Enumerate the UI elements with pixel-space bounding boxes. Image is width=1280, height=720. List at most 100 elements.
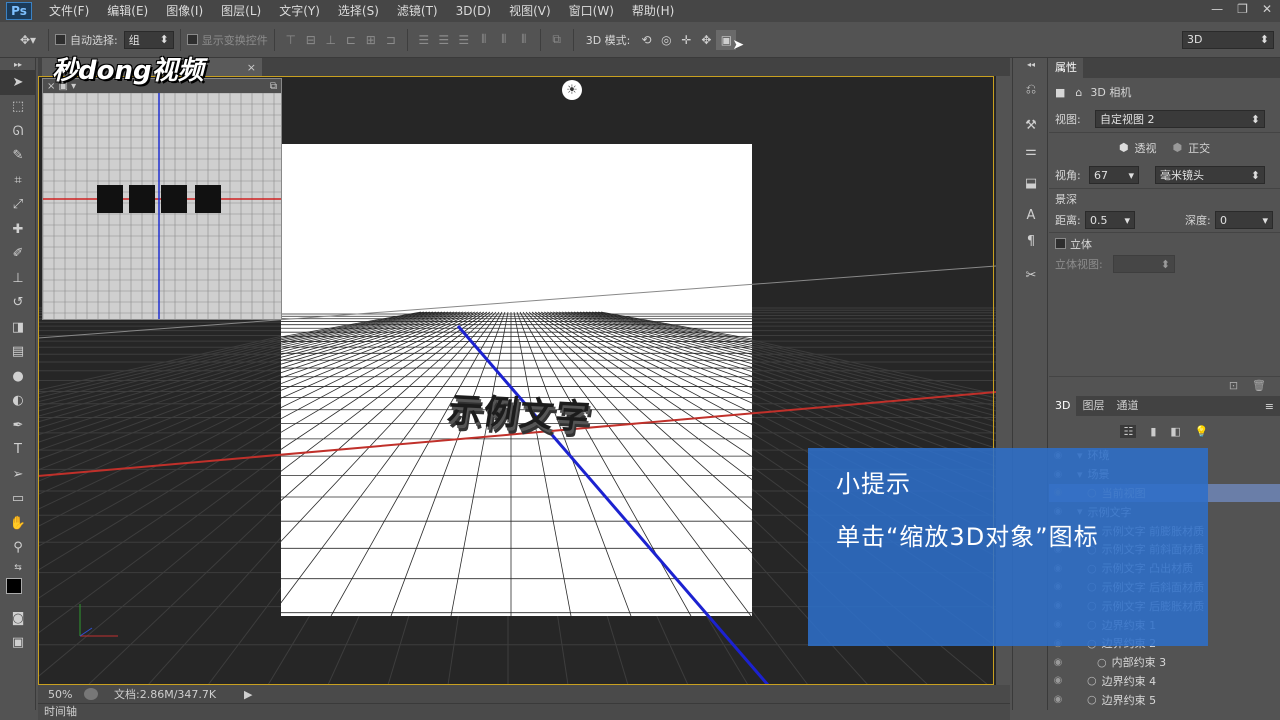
pen-tool-icon[interactable]: ✒ [0,413,36,438]
distribute-right-icon[interactable]: ⦀ [514,30,534,50]
stamp-tool-icon[interactable]: ⊥ [0,266,36,291]
render-icon[interactable]: ⊡ [1229,379,1238,392]
menu-item[interactable]: 编辑(E) [98,0,157,22]
lasso-tool-icon[interactable]: ᘏ [0,119,36,144]
show-transform-checkbox[interactable] [186,34,198,45]
menu-item[interactable]: 图像(I) [157,0,212,22]
menu-item[interactable]: 3D(D) [447,0,500,22]
quick-select-tool-icon[interactable]: ✎ [0,144,36,169]
adjustments-panel-icon[interactable]: ⚌ [1013,138,1049,164]
visibility-eye-icon[interactable]: ◉ [1049,657,1067,668]
distance-input[interactable]: 0.5 ▾ [1085,211,1135,229]
tab-channels[interactable]: 通道 [1110,396,1144,416]
auto-select-dropdown[interactable]: 组 ⬍ [123,30,174,49]
tab-3d[interactable]: 3D [1049,396,1077,416]
visibility-eye-icon[interactable]: ◉ [1049,675,1067,686]
distribute-vcenter-icon[interactable]: ☰ [434,30,454,50]
swap-colors-icon[interactable]: ⇆ [0,560,36,576]
perspective-label[interactable]: 透视 [1135,140,1157,156]
tool-presets-icon[interactable]: ⚒ [1013,112,1049,138]
filter-material-icon[interactable]: ◧ [1170,425,1180,438]
align-bottom-icon[interactable]: ⊥ [321,30,341,50]
zoom-tool-icon[interactable]: ⚲ [0,536,36,561]
path-select-tool-icon[interactable]: ➢ [0,462,36,487]
distribute-left-icon[interactable]: ⦀ [474,30,494,50]
menu-item[interactable]: 窗口(W) [560,0,623,22]
move-tool-preset-icon[interactable]: ✥▾ [14,30,42,50]
paragraph-panel-icon[interactable]: ¶ [1013,228,1049,254]
history-brush-tool-icon[interactable]: ↺ [0,291,36,316]
visibility-eye-icon[interactable]: ◉ [1049,694,1067,705]
character-panel-icon[interactable]: A [1013,202,1049,228]
layer-node-icon[interactable]: ○ [1097,656,1107,669]
gradient-tool-icon[interactable]: ▤ [0,340,36,365]
align-vcenter-icon[interactable]: ⊟ [301,30,321,50]
quick-mask-icon[interactable]: ◙ [0,606,36,631]
move-tool-icon[interactable]: ➤ [0,70,36,95]
orthographic-label[interactable]: 正交 [1188,140,1210,156]
dodge-tool-icon[interactable]: ◐ [0,389,36,414]
layer-row[interactable]: ◉ ○ 边界约束 5 [1049,690,1280,709]
blur-tool-icon[interactable]: ● [0,364,36,389]
auto-align-icon[interactable]: ⧉ [547,30,567,50]
filter-light-icon[interactable]: 💡 [1195,425,1209,438]
eraser-tool-icon[interactable]: ◨ [0,315,36,340]
menu-item[interactable]: 文件(F) [40,0,98,22]
align-right-icon[interactable]: ⊐ [381,30,401,50]
restore-button[interactable]: ❐ [1237,2,1248,16]
lens-dropdown[interactable]: 毫米镜头 ⬍ [1155,166,1265,184]
close-button[interactable]: ✕ [1262,2,1272,16]
timeline-tab[interactable]: 时间轴 [38,703,1010,720]
layer-node-icon[interactable]: ○ [1087,674,1097,687]
history-panel-icon[interactable]: ⎌ [1013,76,1049,102]
crop-tool-icon[interactable]: ⌗ [0,168,36,193]
close-tab-icon[interactable]: × [247,61,256,74]
type-tool-icon[interactable]: T [0,438,36,463]
brush-tool-icon[interactable]: ✐ [0,242,36,267]
depth-input[interactable]: 0 ▾ [1215,211,1273,229]
eyedropper-tool-icon[interactable]: ⤢ [0,193,36,218]
marquee-tool-icon[interactable]: ⬚ [0,95,36,120]
distribute-bottom-icon[interactable]: ☰ [454,30,474,50]
tool-settings-icon[interactable]: ✂ [1013,262,1049,288]
menu-item[interactable]: 文字(Y) [270,0,329,22]
status-info-icon[interactable] [84,688,98,700]
zoom-level[interactable]: 50% [48,688,84,701]
rotate-3d-icon[interactable]: ⟲ [636,30,656,50]
distribute-top-icon[interactable]: ☰ [414,30,434,50]
filter-mesh-icon[interactable]: ▮ [1150,425,1156,438]
filter-scene-icon[interactable]: ☷ [1120,424,1137,438]
pan-3d-icon[interactable]: ✛ [676,30,696,50]
menu-item[interactable]: 滤镜(T) [388,0,447,22]
stereo-view-dropdown[interactable]: ⬍ [1113,255,1175,273]
foreground-color-swatch[interactable] [6,578,22,594]
align-left-icon[interactable]: ⊏ [341,30,361,50]
tab-layers[interactable]: 图层 [1076,396,1110,416]
auto-select-checkbox[interactable] [55,34,66,45]
shape-tool-icon[interactable]: ▭ [0,487,36,512]
screen-mode-icon[interactable]: ▣ [0,631,36,656]
layer-row[interactable]: ◉ ○ 内部约束 3 [1049,653,1280,672]
panel-menu-icon[interactable]: ≡ [1265,400,1274,413]
view-dropdown[interactable]: 自定视图 2 ⬍ [1095,110,1265,128]
align-top-icon[interactable]: ⊤ [281,30,301,50]
roll-3d-icon[interactable]: ◎ [656,30,676,50]
orthographic-icon[interactable]: ⬢ [1173,141,1183,154]
menu-item[interactable]: 图层(L) [212,0,270,22]
color-swatches[interactable] [0,576,36,606]
menu-item[interactable]: 帮助(H) [623,0,683,22]
layer-comps-icon[interactable]: ⬓ [1013,170,1049,196]
layer-row[interactable]: ◉ ○ 边界约束 4 [1049,672,1280,691]
workspace-dropdown[interactable]: 3D ⬍ [1182,30,1274,49]
minimize-button[interactable]: — [1211,2,1223,16]
distribute-hcenter-icon[interactable]: ⦀ [494,30,514,50]
delete-icon[interactable]: 🗑 [1252,379,1266,392]
tab-properties[interactable]: 属性 [1049,58,1083,78]
perspective-icon[interactable]: ⬢ [1119,141,1129,154]
stereo-checkbox[interactable] [1055,238,1066,249]
menu-item[interactable]: 选择(S) [329,0,388,22]
menu-item[interactable]: 视图(V) [500,0,560,22]
status-menu-arrow-icon[interactable]: ▶ [244,688,252,701]
fov-input[interactable]: 67 ▾ [1089,166,1139,184]
layer-node-icon[interactable]: ○ [1087,693,1097,706]
